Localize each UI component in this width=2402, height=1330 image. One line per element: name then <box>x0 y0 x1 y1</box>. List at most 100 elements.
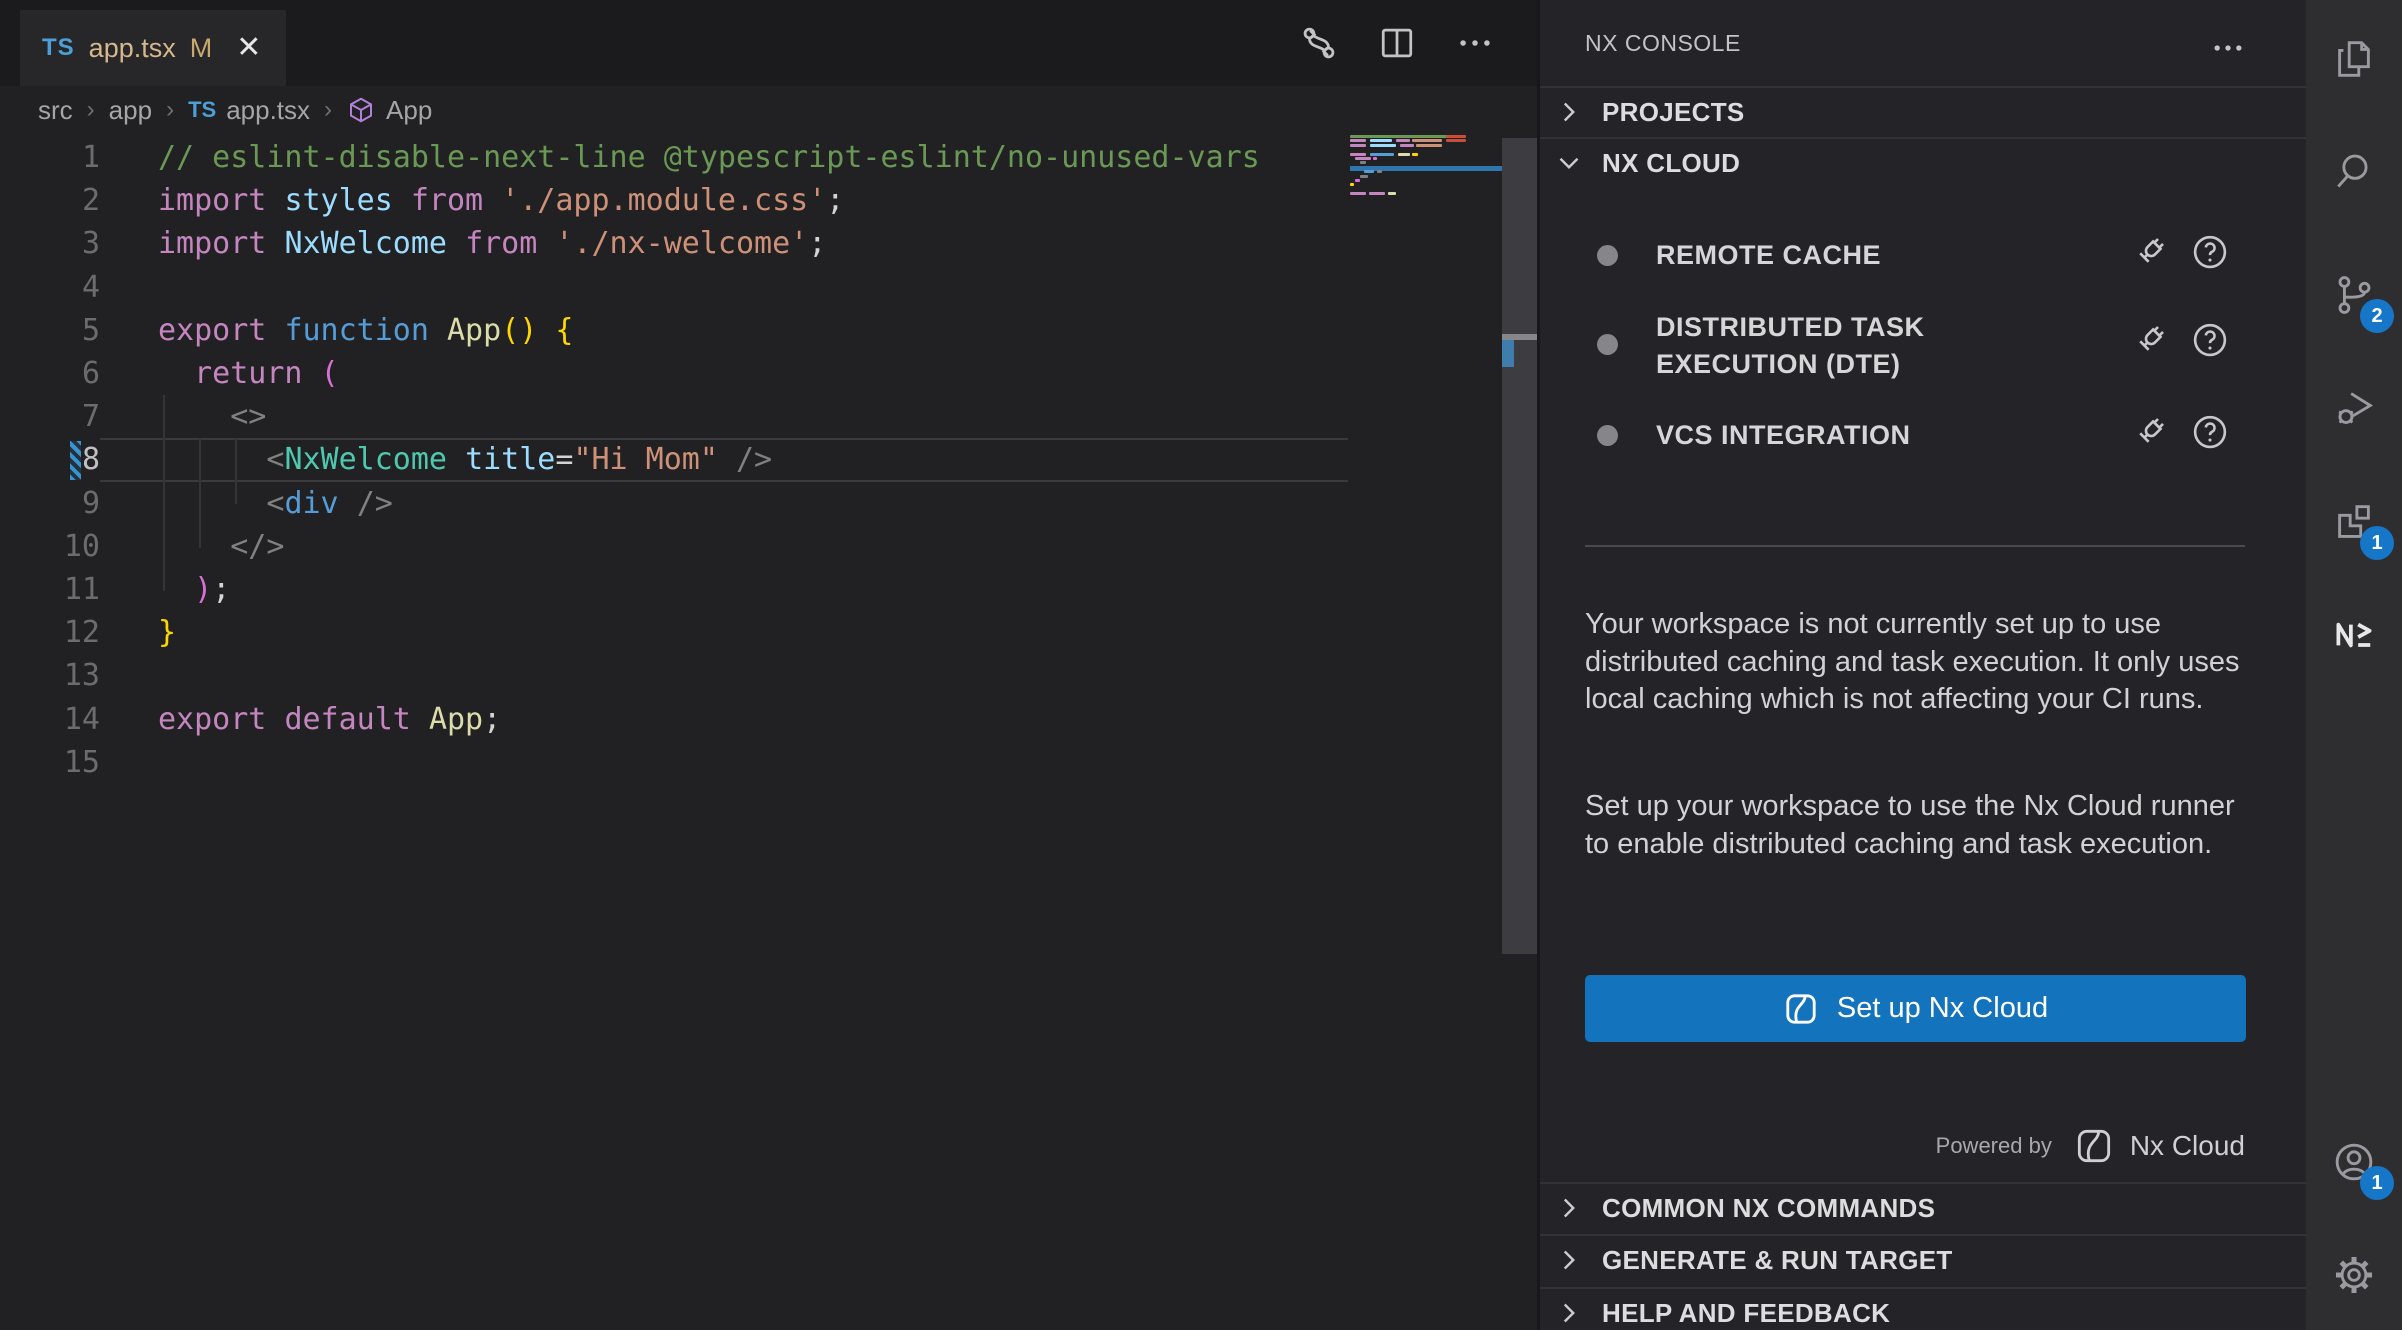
breadcrumb-symbol-app[interactable]: App <box>346 95 432 126</box>
chevron-right-icon <box>1552 1243 1586 1277</box>
minimap-code-row <box>1396 139 1410 142</box>
search-icon[interactable] <box>2306 122 2402 222</box>
code-line[interactable]: 3import NxWelcome from './nx-welcome'; <box>0 222 1348 266</box>
section-projects[interactable]: PROJECTS <box>1540 86 2306 136</box>
code-line[interactable]: 4 <box>0 266 1348 310</box>
minimap-code-row <box>1369 192 1385 195</box>
explorer-icon[interactable] <box>2306 9 2402 109</box>
code-line-text: <> <box>158 395 266 439</box>
minimap-code-row <box>1412 153 1418 156</box>
symbol-module-icon <box>346 95 376 125</box>
section-common-nx-commands[interactable]: COMMON NX COMMANDS <box>1540 1182 2306 1232</box>
connect-plug-icon[interactable] <box>2128 230 2172 274</box>
status-dot <box>1597 245 1618 266</box>
code-line[interactable]: 12} <box>0 611 1348 655</box>
code-line[interactable]: 7 <> <box>0 395 1348 439</box>
code-line-text: import styles from './app.module.css'; <box>158 179 844 223</box>
minimap-code-row <box>1398 153 1410 156</box>
nx-item-remote-cache: REMOTE CACHE <box>1656 237 2086 274</box>
nx-cloud-brand-label: Nx Cloud <box>2130 1130 2245 1162</box>
powered-by-row: Powered by Nx Cloud <box>1936 1120 2245 1172</box>
chevron-right-icon <box>1552 95 1586 129</box>
connect-plug-icon[interactable] <box>2128 410 2172 454</box>
code-line-text: <div /> <box>158 482 393 526</box>
minimap-code-row <box>1400 144 1414 147</box>
scrollbar-thumb[interactable] <box>1502 138 1537 954</box>
overview-ruler-modified-marker <box>1502 340 1514 367</box>
tab-app-tsx[interactable]: TS app.tsx M ✕ <box>20 10 286 86</box>
close-icon[interactable]: ✕ <box>236 33 261 63</box>
breadcrumb-src[interactable]: src <box>38 95 73 126</box>
line-number: 8 <box>0 438 100 482</box>
nx-item-vcs-integration: VCS INTEGRATION <box>1656 417 2086 454</box>
code-line-text: <NxWelcome title="Hi Mom" /> <box>158 438 772 482</box>
code-line[interactable]: 1// eslint-disable-next-line @typescript… <box>0 136 1348 180</box>
connect-plug-icon[interactable] <box>2128 318 2172 362</box>
split-editor-icon[interactable] <box>1375 21 1419 65</box>
accounts-badge: 1 <box>2360 1166 2394 1200</box>
typescript-file-icon: TS <box>188 97 216 123</box>
settings-gear-icon[interactable] <box>2306 1225 2402 1325</box>
code-line[interactable]: 6 return ( <box>0 352 1348 396</box>
typescript-file-icon: TS <box>42 34 75 62</box>
code-line-text: import NxWelcome from './nx-welcome'; <box>158 222 826 266</box>
tab-bar: TS app.tsx M ✕ <box>0 0 1537 86</box>
indent-guide <box>199 438 201 548</box>
line-number: 15 <box>0 741 100 785</box>
source-control-icon[interactable]: 2 <box>2306 245 2402 345</box>
nx-console-icon[interactable] <box>2306 585 2402 685</box>
section-nx-cloud[interactable]: NX CLOUD <box>1540 137 2306 187</box>
line-number: 6 <box>0 352 100 396</box>
minimap-code-row <box>1416 144 1442 147</box>
code-line[interactable]: 15 <box>0 741 1348 785</box>
editor-toolbar <box>1297 0 1497 86</box>
extensions-badge: 1 <box>2360 526 2394 560</box>
powered-by-label: Powered by <box>1936 1133 2052 1159</box>
chevron-right-icon <box>1552 1191 1586 1225</box>
minimap[interactable] <box>1350 135 1502 207</box>
code-line[interactable]: 8 <NxWelcome title="Hi Mom" /> <box>0 438 1348 482</box>
minimap-code-row <box>1446 139 1466 142</box>
code-line[interactable]: 13 <box>0 654 1348 698</box>
help-circle-icon[interactable] <box>2188 318 2232 362</box>
panel-title: NX CONSOLE <box>1585 30 1741 57</box>
panel-more-actions-icon[interactable] <box>2208 28 2248 68</box>
code-editor[interactable]: 1// eslint-disable-next-line @typescript… <box>0 134 1537 1330</box>
code-line[interactable]: 11 ); <box>0 568 1348 612</box>
minimap-code-row <box>1350 139 1366 142</box>
minimap-code-row <box>1370 139 1392 142</box>
minimap-code-row <box>1364 170 1374 173</box>
extensions-icon[interactable]: 1 <box>2306 472 2402 572</box>
breadcrumb-app[interactable]: app <box>109 95 152 126</box>
code-line[interactable]: 10 </> <box>0 525 1348 569</box>
code-line[interactable]: 2import styles from './app.module.css'; <box>0 179 1348 223</box>
minimap-code-row <box>1412 139 1442 142</box>
code-line[interactable]: 14export default App; <box>0 698 1348 742</box>
code-line[interactable]: 9 <div /> <box>0 482 1348 526</box>
source-control-badge: 2 <box>2360 299 2394 333</box>
help-circle-icon[interactable] <box>2188 410 2232 454</box>
more-actions-icon[interactable] <box>1453 21 1497 65</box>
line-number: 7 <box>0 395 100 439</box>
line-number: 4 <box>0 266 100 310</box>
breadcrumb-separator: › <box>166 96 174 124</box>
open-changes-icon[interactable] <box>1297 21 1341 65</box>
accounts-icon[interactable]: 1 <box>2306 1112 2402 1212</box>
setup-nx-cloud-button[interactable]: Set up Nx Cloud <box>1585 975 2246 1042</box>
code-line-text: export function App() { <box>158 309 573 353</box>
section-generate-run-target[interactable]: GENERATE & RUN TARGET <box>1540 1234 2306 1284</box>
minimap-code-row <box>1355 157 1371 160</box>
code-line[interactable]: 5export function App() { <box>0 309 1348 353</box>
line-number: 13 <box>0 654 100 698</box>
status-dot <box>1597 425 1618 446</box>
section-help-and-feedback[interactable]: HELP AND FEEDBACK <box>1540 1287 2306 1330</box>
panel-divider <box>1585 545 2245 547</box>
indent-guide <box>163 395 165 591</box>
run-debug-icon[interactable] <box>2306 357 2402 457</box>
line-number: 12 <box>0 611 100 655</box>
help-circle-icon[interactable] <box>2188 230 2232 274</box>
indent-guide <box>235 438 237 504</box>
line-number: 1 <box>0 136 100 180</box>
line-number: 10 <box>0 525 100 569</box>
breadcrumb-file[interactable]: TS app.tsx <box>188 95 310 126</box>
